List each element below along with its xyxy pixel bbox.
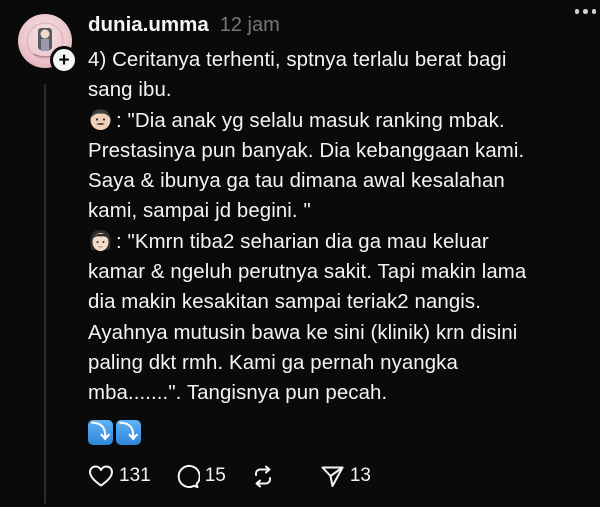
mother-quote-text: : "Kmrn tiba2 seharian dia ga mau keluar xyxy=(116,230,489,253)
down-arrow-emoji-icon: ⤵ xyxy=(116,419,141,445)
reply-count: 15 xyxy=(204,465,226,486)
follow-plus-button[interactable]: + xyxy=(50,46,78,74)
more-dots-icon[interactable] xyxy=(574,9,596,14)
username[interactable]: dunia.umma xyxy=(88,13,209,37)
down-arrow-emoji-icon: ⤵ xyxy=(88,419,113,445)
reply-button[interactable]: 15 xyxy=(175,464,226,489)
woman-face-emoji-icon xyxy=(88,228,113,253)
father-quote-text: : "Dia anak yg selalu masuk ranking mbak… xyxy=(116,109,505,132)
mother-quote-line: kamar & ngeluh perutnya sakit. Tapi maki… xyxy=(88,261,527,284)
father-quote-line: Saya & ibunya ga tau dimana awal kesalah… xyxy=(88,170,505,193)
action-bar: 131 15 13 xyxy=(88,460,395,492)
mother-quote-line: : "Kmrn tiba2 seharian dia ga mau keluar xyxy=(88,227,588,257)
repost-button[interactable] xyxy=(250,464,276,489)
arrow-emoji-row: ⤵ ⤵ xyxy=(88,412,588,445)
mother-quote-line: mba.......". Tangisnya pun pecah. xyxy=(88,382,388,405)
comment-icon xyxy=(177,464,200,488)
thread-post: + dunia.umma 12 jam 4) Ceritanya terhent… xyxy=(0,0,600,507)
post-text-line: sang ibu. xyxy=(88,79,172,102)
mother-quote-line: dia makin kesakitan sampai teriak2 nangi… xyxy=(88,291,481,314)
thread-connector-line xyxy=(44,84,46,504)
repost-icon xyxy=(254,465,271,487)
mother-quote-line: paling dkt rmh. Kami ga pernah nyangka xyxy=(88,351,458,374)
father-quote-line: kami, sampai jd begini. " xyxy=(88,200,311,223)
like-button[interactable]: 131 xyxy=(88,464,151,488)
like-count: 131 xyxy=(119,465,151,486)
heart-icon xyxy=(89,465,113,487)
post-text-line: 4) Ceritanya terhenti, sptnya terlalu be… xyxy=(88,49,507,71)
man-face-emoji-icon xyxy=(88,107,113,132)
share-button[interactable]: 13 xyxy=(320,464,371,489)
father-quote-line: : "Dia anak yg selalu masuk ranking mbak… xyxy=(88,106,588,136)
timestamp: 12 jam xyxy=(219,13,280,36)
share-count: 13 xyxy=(349,465,371,486)
father-quote-line: Prestasinya pun banyak. Dia kebanggaan k… xyxy=(88,139,525,162)
post-body: 4) Ceritanya terhenti, sptnya terlalu be… xyxy=(88,45,588,445)
avatar-container[interactable]: + xyxy=(18,14,78,74)
send-icon xyxy=(321,466,344,487)
post-header: dunia.umma 12 jam xyxy=(88,9,580,41)
mother-quote-line: Ayahnya mutusin bawa ke sini (klinik) kr… xyxy=(88,321,518,344)
